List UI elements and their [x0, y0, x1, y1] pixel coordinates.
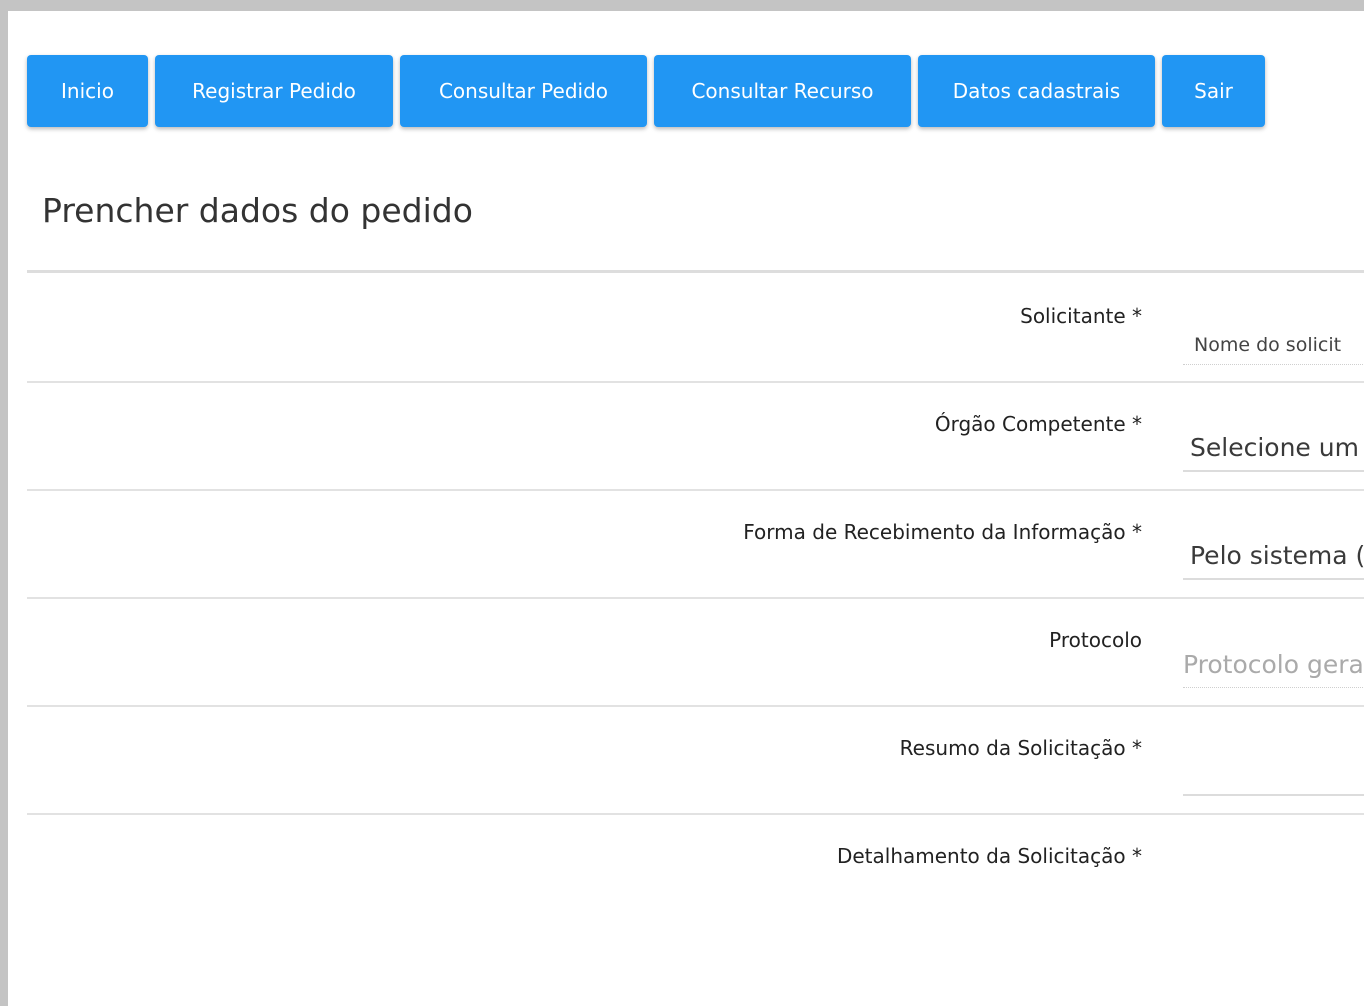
solicitante-value: Nome do solicit: [1194, 334, 1342, 356]
solicitante-field[interactable]: Nome do solicit: [1183, 321, 1364, 365]
title-divider: [27, 270, 1364, 273]
forma-recebimento-value: Pelo sistema (: [1190, 541, 1364, 570]
solicitante-label: Solicitante *: [1020, 304, 1142, 328]
row-divider: [27, 489, 1364, 491]
row-divider: [27, 813, 1364, 815]
nav-inicio-button[interactable]: Inicio: [27, 55, 148, 127]
row-divider: [27, 381, 1364, 383]
forma-recebimento-label: Forma de Recebimento da Informação *: [743, 520, 1142, 544]
nav-sair-button[interactable]: Sair: [1162, 55, 1265, 127]
nav-consultar-pedido-button[interactable]: Consultar Pedido: [400, 55, 647, 127]
detalhamento-solicitacao-label: Detalhamento da Solicitação *: [836, 844, 1142, 868]
protocolo-label: Protocolo: [1049, 628, 1142, 652]
nav-datos-cadastrais-button[interactable]: Datos cadastrais: [918, 55, 1155, 127]
orgao-competente-value: Selecione um: [1190, 433, 1359, 462]
page-title: Prencher dados do pedido: [42, 191, 473, 230]
resumo-solicitacao-label: Resumo da Solicitação *: [899, 736, 1142, 760]
protocolo-field[interactable]: Protocolo gera: [1183, 644, 1364, 688]
app-frame: Inicio Registrar Pedido Consultar Pedido…: [0, 0, 1364, 1006]
nav-registrar-pedido-button[interactable]: Registrar Pedido: [155, 55, 393, 127]
protocolo-placeholder: Protocolo gera: [1183, 650, 1364, 679]
resumo-solicitacao-input[interactable]: [1183, 752, 1364, 796]
orgao-competente-label: Órgão Competente *: [934, 412, 1142, 436]
nav-consultar-recurso-button[interactable]: Consultar Recurso: [654, 55, 911, 127]
row-divider: [27, 705, 1364, 707]
forma-recebimento-select[interactable]: Pelo sistema (: [1183, 536, 1364, 580]
row-divider: [27, 597, 1364, 599]
orgao-competente-select[interactable]: Selecione um: [1183, 428, 1364, 472]
detalhamento-solicitacao-textarea[interactable]: [1183, 860, 1364, 1000]
